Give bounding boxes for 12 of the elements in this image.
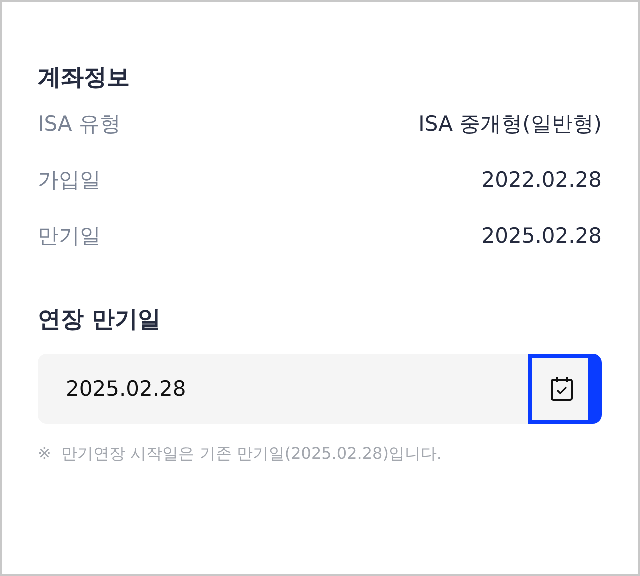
info-label: ISA 유형: [38, 111, 121, 138]
info-label: 가입일: [38, 167, 101, 194]
info-value: 2022.02.28: [482, 168, 602, 192]
info-label: 만기일: [38, 223, 101, 250]
info-value: 2025.02.28: [482, 224, 602, 248]
calendar-button[interactable]: [528, 354, 602, 424]
section-title: 연장 만기일: [38, 306, 162, 335]
note-text: ※ 만기연장 시작일은 기존 만기일(2025.02.28)입니다.: [38, 444, 444, 465]
calendar-check-icon: [550, 376, 574, 402]
date-field[interactable]: 2025.02.28: [38, 354, 528, 424]
info-value: ISA 중개형(일반형): [418, 111, 602, 138]
section-title: 계좌정보: [38, 64, 131, 93]
